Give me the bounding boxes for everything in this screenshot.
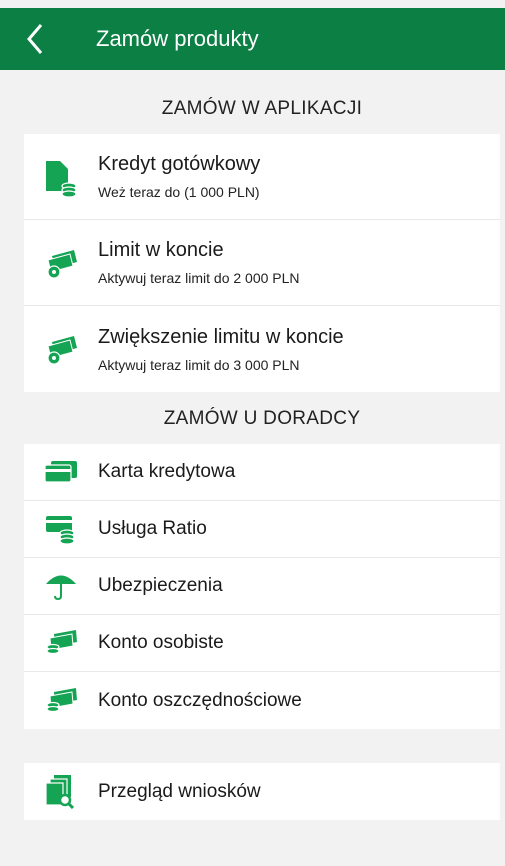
- list-item-ubezpieczenia[interactable]: Ubezpieczenia: [24, 558, 500, 615]
- credit-card-icon: [24, 461, 98, 483]
- list-item-karta-kredytowa[interactable]: Karta kredytowa: [24, 444, 500, 501]
- money-icon: [24, 334, 98, 364]
- item-title: Kredyt gotówkowy: [98, 153, 261, 175]
- banknote-icon: [24, 630, 98, 656]
- list-item-usluga-ratio[interactable]: Usługa Ratio: [24, 501, 500, 558]
- list-item-zwiekszenie-limitu[interactable]: Zwiększenie limitu w koncie Aktywuj tera…: [24, 306, 500, 392]
- cash-loan-icon: [24, 157, 98, 197]
- item-title: Karta kredytowa: [98, 461, 236, 482]
- applications-list: Przegląd wniosków: [24, 763, 500, 820]
- item-title: Konto oszczędnościowe: [98, 689, 302, 711]
- list-item-konto-osobiste[interactable]: Konto osobiste: [24, 615, 500, 672]
- money-icon: [24, 248, 98, 278]
- umbrella-icon: [24, 571, 98, 601]
- item-subtitle: Aktywuj teraz limit do 3 000 PLN: [98, 356, 300, 373]
- section-header-advisor: ZAMÓW U DORADCY: [163, 408, 361, 429]
- item-title: Konto osobiste: [98, 632, 224, 653]
- item-title: Limit w koncie: [98, 239, 224, 261]
- item-title: Zwiększenie limitu w koncie: [98, 325, 344, 348]
- advisor-products-list: Karta kredytowa Usługa Ratio Ubezpieczen…: [24, 444, 500, 729]
- item-title: Przegląd wniosków: [98, 780, 261, 802]
- back-arrow-icon: [27, 24, 43, 54]
- item-subtitle: Aktywuj teraz limit do 2 000 PLN: [98, 270, 300, 286]
- list-item-limit-w-koncie[interactable]: Limit w koncie Aktywuj teraz limit do 2 …: [24, 220, 500, 306]
- top-app-bar: Zamów produkty: [0, 8, 505, 70]
- list-item-kredyt-gotowkowy[interactable]: Kredyt gotówkowy Weż teraz do (1 000 PLN…: [24, 134, 500, 220]
- document-search-icon: [24, 774, 98, 809]
- page-title: Zamów produkty: [96, 26, 259, 51]
- section-header-app: ZAMÓW W APLIKACJI: [161, 98, 363, 119]
- banknote-icon: [24, 687, 98, 714]
- item-title: Ubezpieczenia: [98, 575, 223, 596]
- app-products-list: Kredyt gotówkowy Weż teraz do (1 000 PLN…: [24, 134, 500, 392]
- back-button[interactable]: [0, 8, 70, 70]
- item-subtitle: Weż teraz do (1 000 PLN): [98, 184, 260, 200]
- card-coins-icon: [24, 513, 98, 545]
- item-title: Usługa Ratio: [98, 518, 207, 539]
- list-item-konto-oszczednosciowe[interactable]: Konto oszczędnościowe: [24, 672, 500, 729]
- list-item-przeglad-wnioskow[interactable]: Przegląd wniosków: [24, 763, 500, 820]
